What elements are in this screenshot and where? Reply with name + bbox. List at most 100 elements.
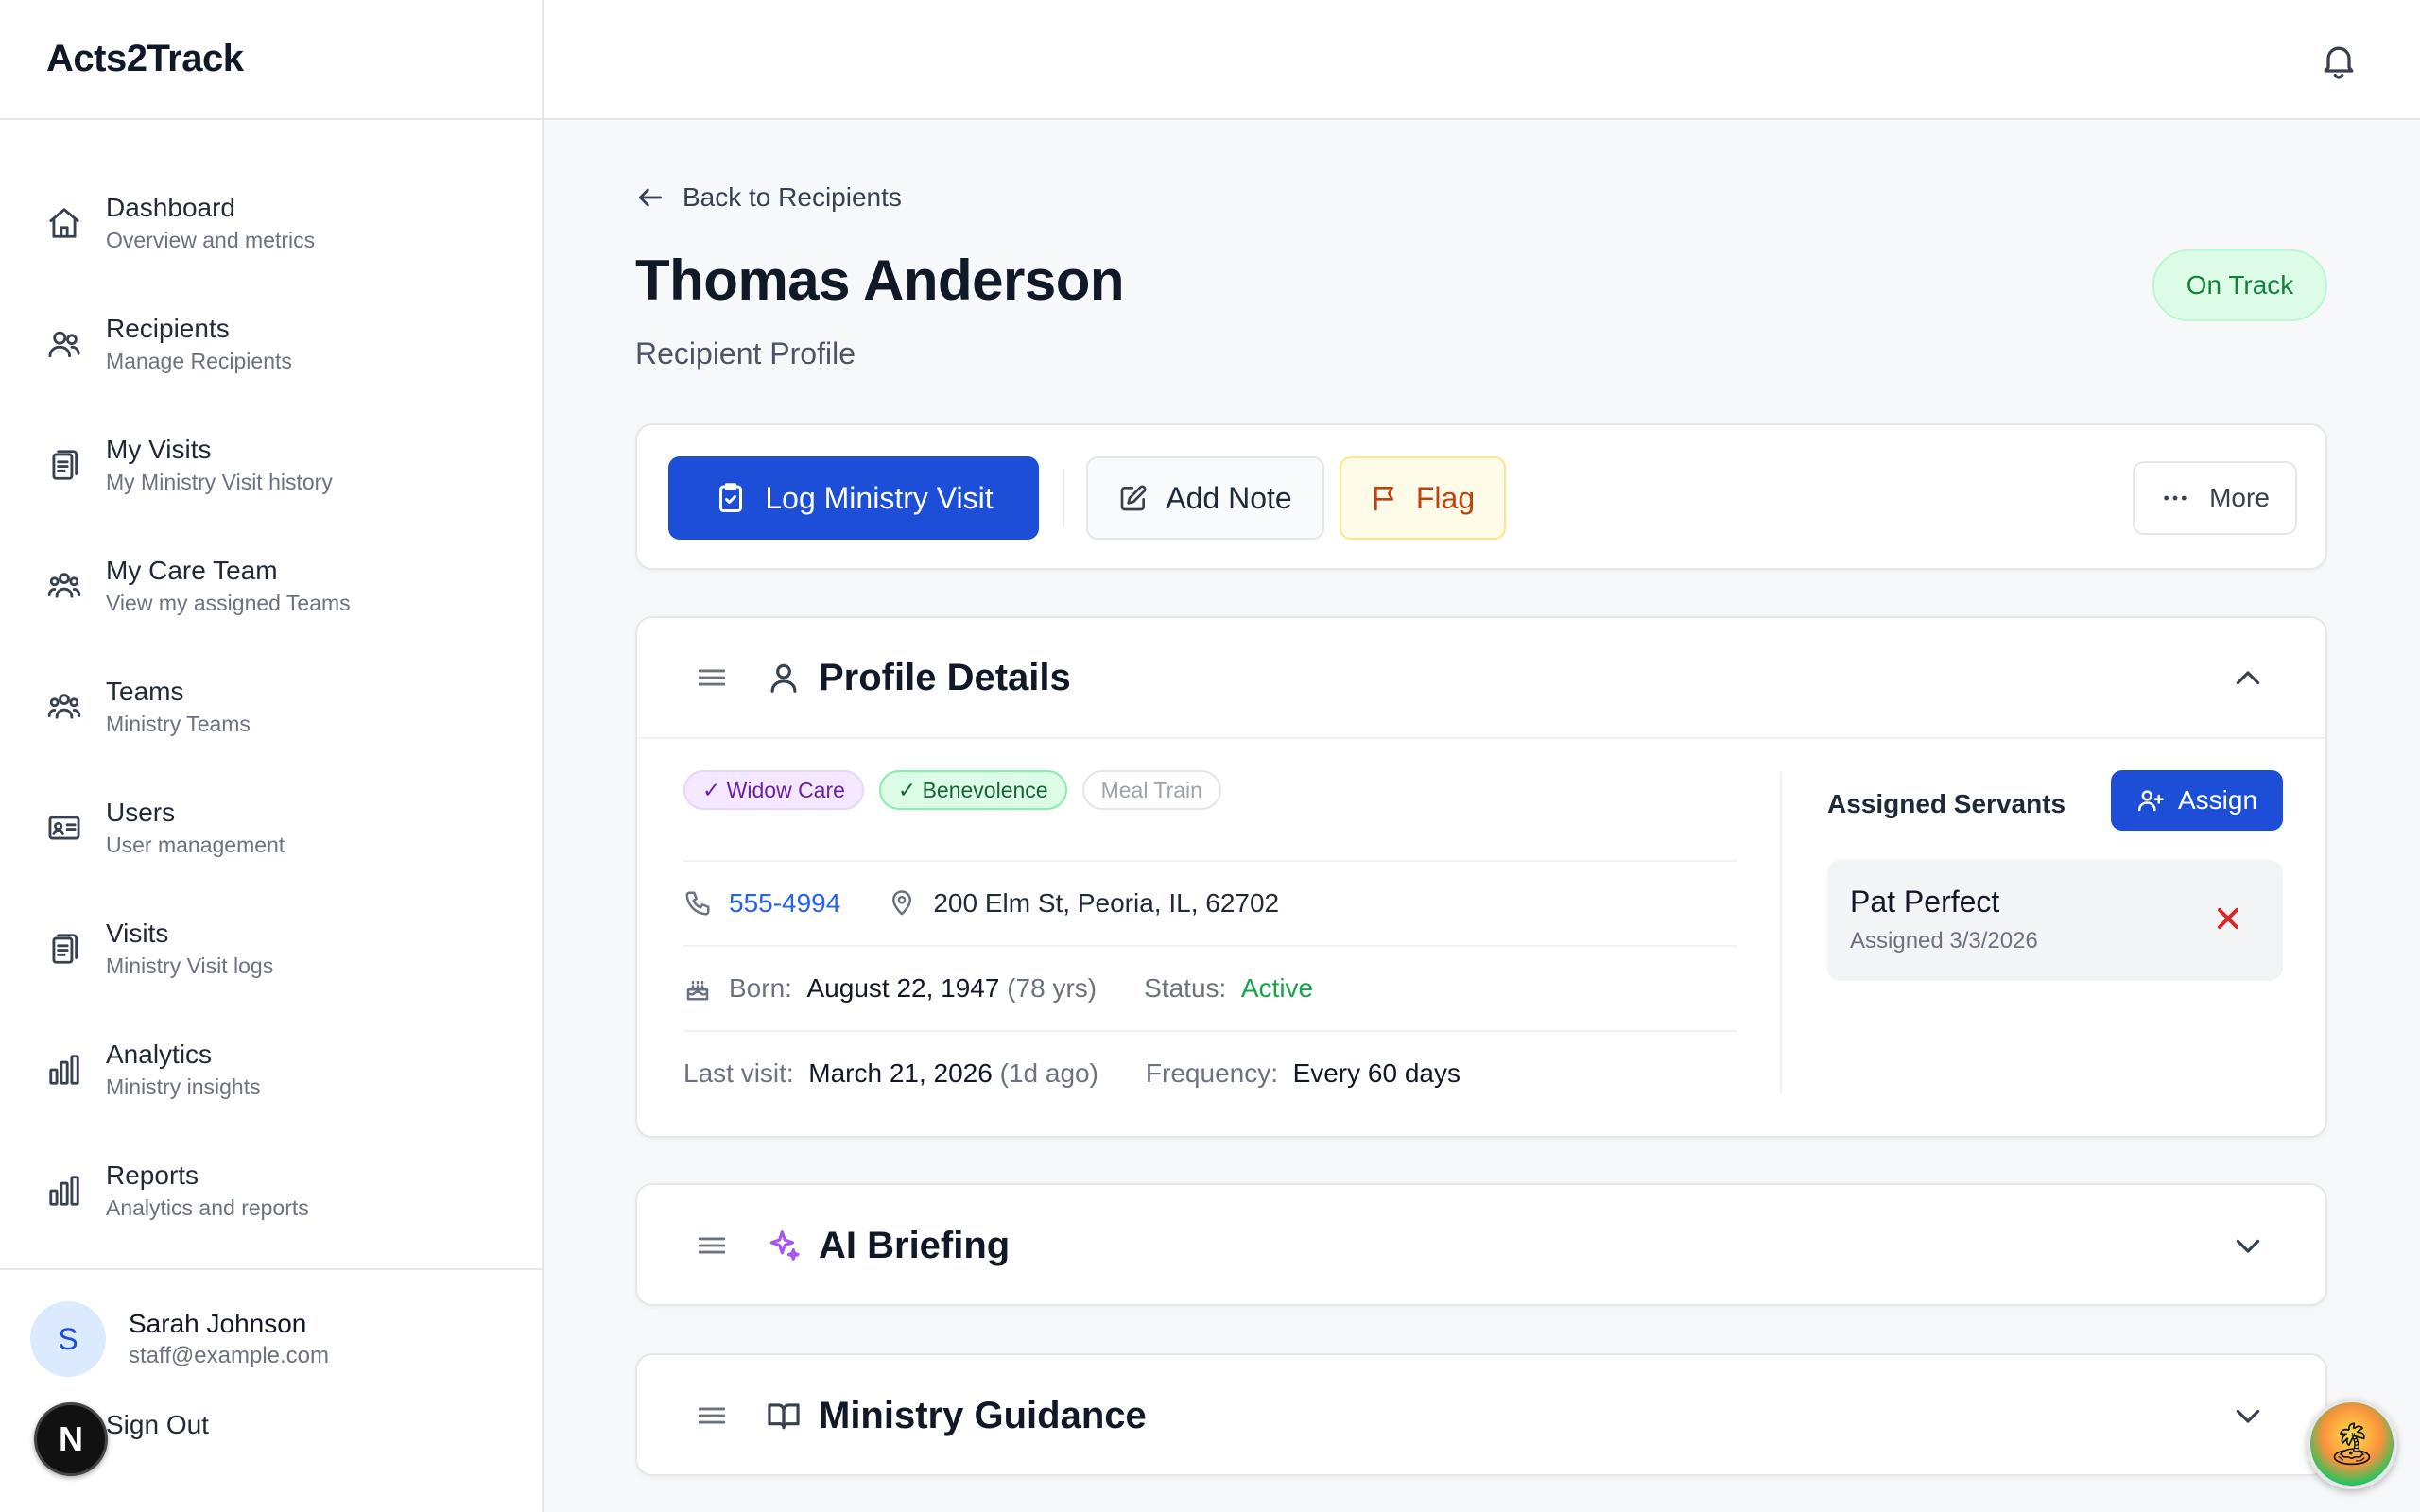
profile-body: ✓ Widow Care ✓ Benevolence Meal Train 55… xyxy=(637,739,2325,1136)
edit-icon xyxy=(1120,485,1147,511)
sidebar-item-users[interactable]: Users User management xyxy=(0,767,542,888)
flag-label: Flag xyxy=(1415,480,1476,515)
user-plus-icon xyxy=(2137,790,2164,812)
clipboard-icon xyxy=(45,446,83,484)
add-note-label: Add Note xyxy=(1166,480,1292,515)
last-visit-value: March 21, 2026 xyxy=(808,1058,993,1088)
profile-details-header[interactable]: Profile Details xyxy=(637,618,2325,739)
map-pin-icon xyxy=(888,889,916,918)
log-ministry-visit-label: Log Ministry Visit xyxy=(765,480,994,515)
sidebar-item-sublabel: Overview and metrics xyxy=(106,228,316,252)
status-badge: On Track xyxy=(2152,249,2327,321)
page-subtitle: Recipient Profile xyxy=(635,336,856,370)
team-icon xyxy=(45,567,83,605)
sidebar-item-reports[interactable]: Reports Analytics and reports xyxy=(0,1130,542,1251)
ministry-guidance-section: Ministry Guidance xyxy=(635,1353,2327,1476)
sidebar-item-my-visits[interactable]: My Visits My Ministry Visit history xyxy=(0,404,542,525)
profile-details-section: Profile Details ✓ Widow Care ✓ Benevolen… xyxy=(635,616,2327,1138)
assigned-servants-title: Assigned Servants xyxy=(1827,789,2066,818)
sidebar-item-recipients[interactable]: Recipients Manage Recipients xyxy=(0,284,542,404)
sidebar-item-label: Dashboard xyxy=(106,193,235,222)
more-label: More xyxy=(2209,483,2270,512)
brand: Acts2Track xyxy=(0,0,542,120)
servant-name: Pat Perfect xyxy=(1850,885,2000,919)
sidebar-footer: S Sarah Johnson staff@example.com Sign O… xyxy=(0,1268,542,1512)
assign-label: Assign xyxy=(2177,785,2258,815)
top-bar xyxy=(544,0,2420,120)
sign-out-button[interactable]: Sign Out xyxy=(106,1410,209,1440)
divider xyxy=(1063,469,1064,527)
sidebar-item-label: My Care Team xyxy=(106,556,278,585)
servant-assigned-date: Assigned 3/3/2026 xyxy=(1850,928,2038,954)
care-tags: ✓ Widow Care ✓ Benevolence Meal Train xyxy=(683,770,1221,810)
section-title: AI Briefing xyxy=(819,1224,1011,1266)
user-email: staff@example.com xyxy=(129,1343,330,1368)
id-card-icon xyxy=(45,809,83,847)
status-label: Status: xyxy=(1144,973,1227,1003)
drag-handle-icon[interactable] xyxy=(696,1400,728,1432)
chevron-up-icon[interactable] xyxy=(2231,662,2265,696)
chevron-down-icon[interactable] xyxy=(2231,1399,2265,1433)
sidebar-item-sublabel: Ministry insights xyxy=(106,1074,261,1099)
sidebar-item-teams[interactable]: Teams Ministry Teams xyxy=(0,646,542,767)
arrow-left-icon xyxy=(639,188,662,207)
avatar: S xyxy=(30,1301,106,1377)
ai-briefing-header[interactable]: AI Briefing xyxy=(637,1185,2325,1306)
sidebar-item-sublabel: Ministry Teams xyxy=(106,712,251,736)
bell-icon[interactable] xyxy=(2318,40,2360,81)
back-label: Back to Recipients xyxy=(683,182,902,212)
clipboard-check-icon xyxy=(719,483,743,512)
sidebar-item-sublabel: Manage Recipients xyxy=(106,349,292,373)
action-bar: Log Ministry Visit Add Note Flag More xyxy=(635,423,2327,570)
home-icon xyxy=(45,204,83,242)
cake-icon xyxy=(683,974,712,1003)
servant-card: Pat Perfect Assigned 3/3/2026 xyxy=(1827,860,2283,981)
close-icon[interactable] xyxy=(2211,902,2245,936)
status-value: Active xyxy=(1240,973,1314,1003)
last-visit-label: Last visit: xyxy=(683,1058,794,1088)
palm-tree-icon[interactable]: 🏝 xyxy=(2307,1399,2397,1489)
visit-frequency-row: Last visit: March 21, 2026 (1d ago) Freq… xyxy=(683,1030,1737,1115)
drag-handle-icon[interactable] xyxy=(696,1229,728,1262)
sidebar-item-dashboard[interactable]: Dashboard Overview and metrics xyxy=(0,163,542,284)
sidebar-item-label: Analytics xyxy=(106,1040,213,1069)
born-value: August 22, 1947 xyxy=(806,973,1000,1003)
born-label: Born: xyxy=(729,973,792,1003)
add-note-button[interactable]: Add Note xyxy=(1086,456,1324,540)
bar-chart-icon xyxy=(45,1172,83,1210)
frequency-value: Every 60 days xyxy=(1292,1058,1461,1088)
birth-status-row: Born: August 22, 1947 (78 yrs) Status: A… xyxy=(683,945,1737,1030)
tag-meal-train[interactable]: Meal Train xyxy=(1081,770,1221,810)
address-text: 200 Elm St, Peoria, IL, 62702 xyxy=(933,888,1280,918)
bar-chart-icon xyxy=(45,1051,83,1089)
chevron-down-icon[interactable] xyxy=(2231,1228,2265,1263)
log-ministry-visit-button[interactable]: Log Ministry Visit xyxy=(668,456,1039,540)
flag-button[interactable]: Flag xyxy=(1340,456,1506,540)
more-button[interactable]: More xyxy=(2133,461,2297,535)
tag-widow-care[interactable]: ✓ Widow Care xyxy=(683,770,864,810)
dev-tools-badge[interactable]: N xyxy=(34,1402,108,1476)
sidebar-item-label: Visits xyxy=(106,919,169,948)
drag-handle-icon[interactable] xyxy=(696,662,728,694)
page-title: Thomas Anderson xyxy=(635,249,1125,312)
user-profile[interactable]: S Sarah Johnson staff@example.com xyxy=(30,1301,329,1377)
tag-benevolence[interactable]: ✓ Benevolence xyxy=(878,770,1067,810)
app-logo-text[interactable]: Acts2Track xyxy=(46,38,244,80)
sidebar-item-label: Recipients xyxy=(106,314,230,343)
sidebar-item-label: Users xyxy=(106,798,176,827)
back-to-recipients-link[interactable]: Back to Recipients xyxy=(635,182,902,213)
divider xyxy=(1780,772,1782,1093)
user-icon xyxy=(766,660,802,696)
team-icon xyxy=(45,688,83,726)
ai-briefing-section: AI Briefing xyxy=(635,1183,2327,1306)
book-open-icon xyxy=(766,1398,802,1434)
ministry-guidance-header[interactable]: Ministry Guidance xyxy=(637,1355,2325,1476)
phone-link[interactable]: 555-4994 xyxy=(729,888,840,919)
section-title: Ministry Guidance xyxy=(819,1394,1147,1436)
sidebar-item-analytics[interactable]: Analytics Ministry insights xyxy=(0,1009,542,1130)
sidebar-nav: Dashboard Overview and metrics Recipients… xyxy=(0,120,542,1251)
sidebar-item-visits[interactable]: Visits Ministry Visit logs xyxy=(0,888,542,1009)
users-icon xyxy=(45,325,83,363)
assign-button[interactable]: Assign xyxy=(2111,770,2283,831)
sidebar-item-my-care-team[interactable]: My Care Team View my assigned Teams xyxy=(0,525,542,646)
